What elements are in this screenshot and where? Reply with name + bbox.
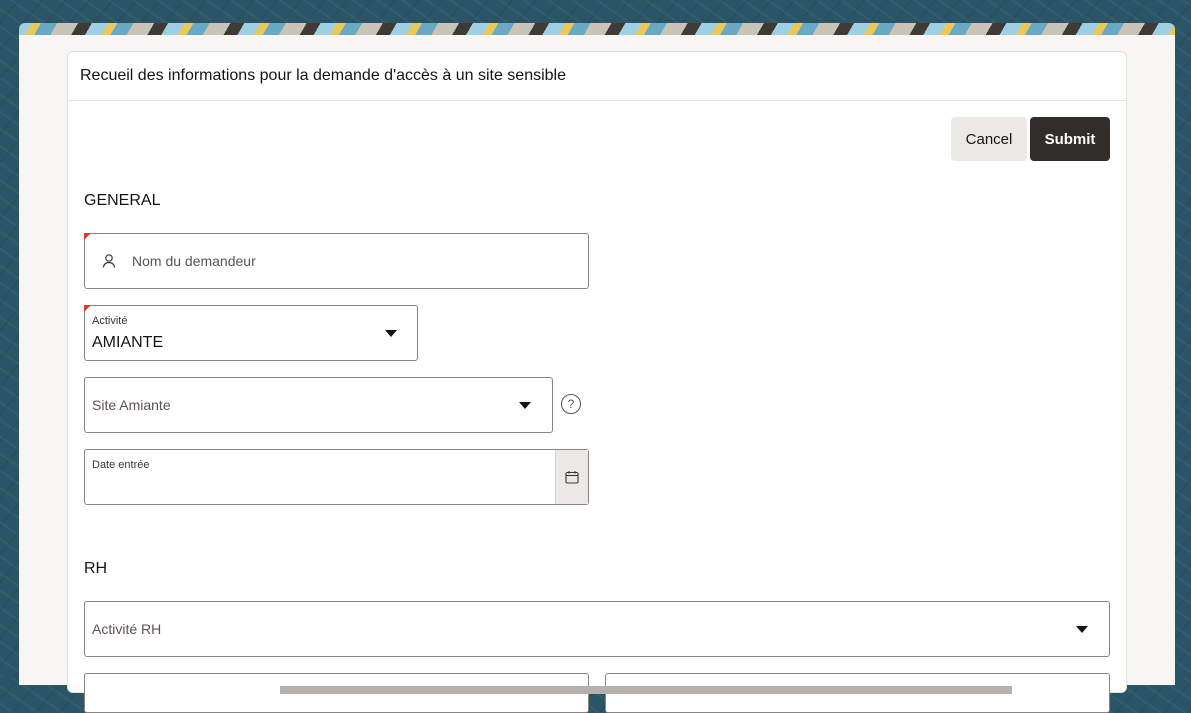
site-amiante-select[interactable]: Site Amiante [84, 377, 553, 433]
help-icon[interactable]: ? [561, 394, 581, 414]
user-icon [101, 253, 117, 269]
site-amiante-placeholder: Site Amiante [92, 397, 171, 413]
activite-rh-placeholder: Activité RH [92, 621, 162, 637]
section-title-general: GENERAL [84, 192, 161, 209]
activite-rh-select[interactable]: Activité RH [84, 601, 1110, 657]
section-title-rh: RH [84, 560, 108, 577]
activite-select[interactable]: Activité AMIANTE [84, 305, 418, 361]
horizontal-scrollbar[interactable] [280, 686, 1012, 694]
chevron-down-icon [1076, 626, 1088, 633]
activite-label: Activité [92, 315, 128, 327]
calendar-button[interactable] [555, 450, 588, 504]
date-entree-field[interactable]: Date entrée [84, 449, 589, 505]
chevron-down-icon [519, 402, 531, 409]
form-title: Recueil des informations pour la demande… [68, 52, 1126, 101]
nom-demandeur-field[interactable]: Nom du demandeur [84, 233, 589, 289]
cancel-button[interactable]: Cancel [951, 117, 1027, 161]
activite-value: AMIANTE [92, 334, 164, 351]
submit-button[interactable]: Submit [1030, 117, 1110, 161]
date-entree-label: Date entrée [92, 459, 150, 471]
calendar-icon [565, 470, 579, 484]
chevron-down-icon [385, 330, 397, 337]
form-card: Recueil des informations pour la demande… [67, 51, 1127, 713]
nom-demandeur-placeholder: Nom du demandeur [132, 253, 256, 269]
page-panel: Recueil des informations pour la demande… [19, 35, 1175, 713]
